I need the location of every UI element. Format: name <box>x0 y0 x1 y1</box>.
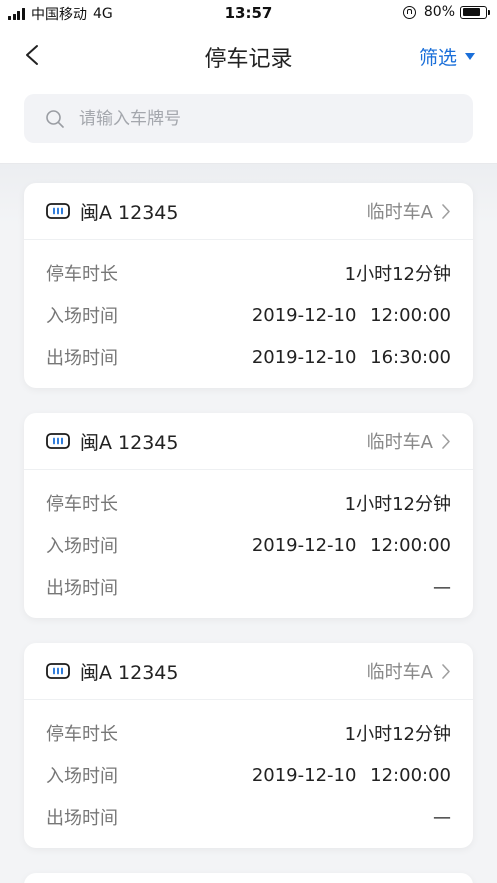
status-bar: 中国移动 4G 13:57 80% <box>0 0 497 26</box>
record-card-partial[interactable] <box>24 873 473 883</box>
entry-row: 入场时间 2019-12-10 12:00:00 <box>46 524 451 566</box>
license-plate-icon <box>46 433 70 449</box>
car-type: 临时车A <box>366 662 433 683</box>
record-card-header[interactable]: 闽A 12345 临时车A <box>24 183 473 240</box>
chevron-right-icon <box>442 433 450 449</box>
chevron-right-icon <box>442 203 450 219</box>
duration-label: 停车时长 <box>46 494 118 515</box>
record-card-header[interactable]: 闽A 12345 临时车A <box>24 413 473 470</box>
duration-row: 停车时长 1小时12分钟 <box>46 712 451 754</box>
entry-value: 2019-12-10 12:00:00 <box>251 534 451 556</box>
entry-value: 2019-12-10 12:00:00 <box>251 304 451 326</box>
entry-label: 入场时间 <box>46 536 118 557</box>
plate-number: 闽A 12345 <box>80 661 179 684</box>
record-card[interactable]: 闽A 12345 临时车A 停车时长 1小时12分钟 入场时间 2019-12-… <box>24 643 473 848</box>
duration-value: 1小时12分钟 <box>344 494 451 515</box>
exit-value: — <box>433 576 451 598</box>
exit-label: 出场时间 <box>46 348 118 369</box>
record-details: 停车时长 1小时12分钟 入场时间 2019-12-10 12:00:00 出场… <box>24 470 473 618</box>
duration-row: 停车时长 1小时12分钟 <box>46 482 451 524</box>
exit-value: — <box>433 806 451 828</box>
duration-row: 停车时长 1小时12分钟 <box>46 252 451 294</box>
record-details: 停车时长 1小时12分钟 入场时间 2019-12-10 12:00:00 出场… <box>24 240 473 388</box>
entry-label: 入场时间 <box>46 306 118 327</box>
duration-value: 1小时12分钟 <box>344 724 451 745</box>
car-type: 临时车A <box>366 432 433 453</box>
entry-value: 2019-12-10 12:00:00 <box>251 764 451 786</box>
filter-button[interactable]: 筛选 <box>419 43 475 70</box>
record-card[interactable]: 闽A 12345 临时车A 停车时长 1小时12分钟 入场时间 2019-12-… <box>24 413 473 618</box>
exit-label: 出场时间 <box>46 578 118 599</box>
plate-search-input[interactable] <box>79 108 459 129</box>
nav-bar: 停车记录 筛选 <box>0 26 497 86</box>
license-plate-icon <box>46 203 70 219</box>
duration-label: 停车时长 <box>46 724 118 745</box>
orientation-lock-icon <box>402 5 416 19</box>
status-right: 80% <box>402 4 490 20</box>
search-area <box>0 86 497 164</box>
battery-icon <box>460 5 490 19</box>
record-list[interactable]: 闽A 12345 临时车A 停车时长 1小时12分钟 入场时间 2019-12-… <box>0 164 497 883</box>
chevron-right-icon <box>442 663 450 679</box>
entry-label: 入场时间 <box>46 766 118 787</box>
car-type: 临时车A <box>366 202 433 223</box>
license-plate-icon <box>46 663 70 679</box>
duration-label: 停车时长 <box>46 264 118 285</box>
entry-row: 入场时间 2019-12-10 12:00:00 <box>46 754 451 796</box>
entry-row: 入场时间 2019-12-10 12:00:00 <box>46 294 451 336</box>
exit-row: 出场时间 — <box>46 566 451 608</box>
exit-row: 出场时间 2019-12-10 16:30:00 <box>46 336 451 378</box>
caret-down-icon <box>465 53 475 60</box>
record-details: 停车时长 1小时12分钟 入场时间 2019-12-10 12:00:00 出场… <box>24 700 473 848</box>
plate-number: 闽A 12345 <box>80 431 179 454</box>
search-box[interactable] <box>24 94 473 143</box>
record-card-header[interactable]: 闽A 12345 临时车A <box>24 643 473 700</box>
battery-percent: 80% <box>423 4 455 20</box>
exit-label: 出场时间 <box>46 808 118 829</box>
plate-number: 闽A 12345 <box>80 201 179 224</box>
record-card[interactable]: 闽A 12345 临时车A 停车时长 1小时12分钟 入场时间 2019-12-… <box>24 183 473 388</box>
exit-row: 出场时间 — <box>46 796 451 838</box>
search-icon <box>46 109 64 128</box>
exit-value: 2019-12-10 16:30:00 <box>251 346 451 368</box>
duration-value: 1小时12分钟 <box>344 264 451 285</box>
filter-label: 筛选 <box>418 47 457 69</box>
